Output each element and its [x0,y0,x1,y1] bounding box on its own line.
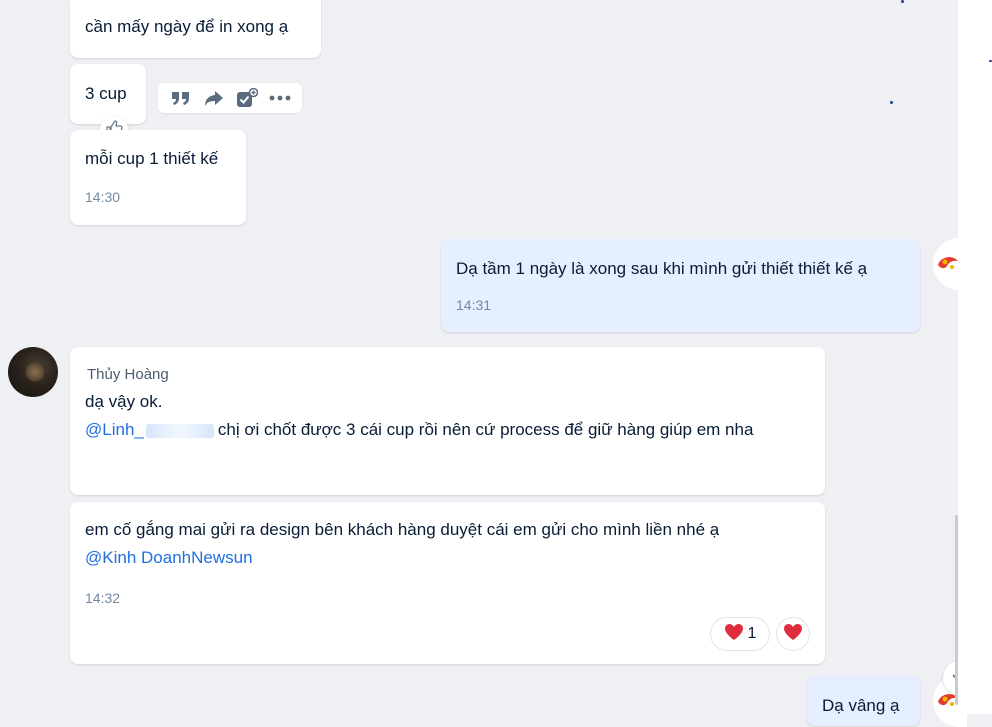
chat-area: cần mấy ngày để in xong ạ 3 cup mỗi cup … [0,0,973,727]
heart-icon [724,623,744,646]
mention-link[interactable]: @Kinh DoanhNewsun [85,544,810,572]
sender-avatar[interactable] [8,347,58,397]
message-text: mỗi cup 1 thiết kế [85,149,219,168]
scrollbar[interactable] [955,515,958,705]
redacted-name [145,423,214,438]
message-bubble[interactable]: mỗi cup 1 thiết kế 14:30 [70,130,246,225]
my-message-bubble[interactable]: Dạ tầm 1 ngày là xong sau khi mình gửi t… [441,239,920,332]
message-time: 14:30 [85,189,121,205]
add-task-icon[interactable] [235,86,259,110]
my-message-bubble[interactable]: Dạ vâng ạ [807,676,920,726]
sender-name: Thủy Hoàng [87,366,169,383]
message-text: dạ vậy ok. [85,392,163,411]
message-time: 14:32 [85,590,121,606]
message-bubble[interactable]: Thủy Hoàng dạ vậy ok. @Linh_ chị ơi chốt … [70,347,825,495]
message-bubble[interactable]: cần mấy ngày để in xong ạ [70,0,321,58]
message-actions-toolbar [158,83,302,113]
decorative-dot [901,0,904,3]
heart-icon [783,623,803,646]
share-icon[interactable] [202,86,226,110]
message-text: em cố gắng mai gửi ra design bên khách h… [85,520,720,539]
decorative-dot [890,101,893,104]
reaction-number: 1 [747,625,757,642]
message-bubble[interactable]: 3 cup [70,64,146,124]
message-text: cần mấy ngày để in xong ạ [85,17,289,36]
more-icon[interactable] [268,86,292,110]
message-text-rest: chị ơi chốt được 3 cái cup rồi nên cứ pr… [217,420,754,439]
message-text: 3 cup [85,84,127,103]
quote-icon[interactable] [169,86,193,110]
reaction-count[interactable]: 1 [710,617,770,651]
side-panel-edge [958,0,992,714]
message-text: Dạ tầm 1 ngày là xong sau khi mình gửi t… [456,259,868,278]
message-text-continued: @Linh_ chị ơi chốt được 3 cái cup rồi nên… [85,416,810,444]
message-time: 14:31 [456,297,492,313]
react-button[interactable] [776,617,810,651]
mention-link[interactable]: @Linh_ [85,420,144,439]
message-text: Dạ vâng ạ [822,696,900,715]
